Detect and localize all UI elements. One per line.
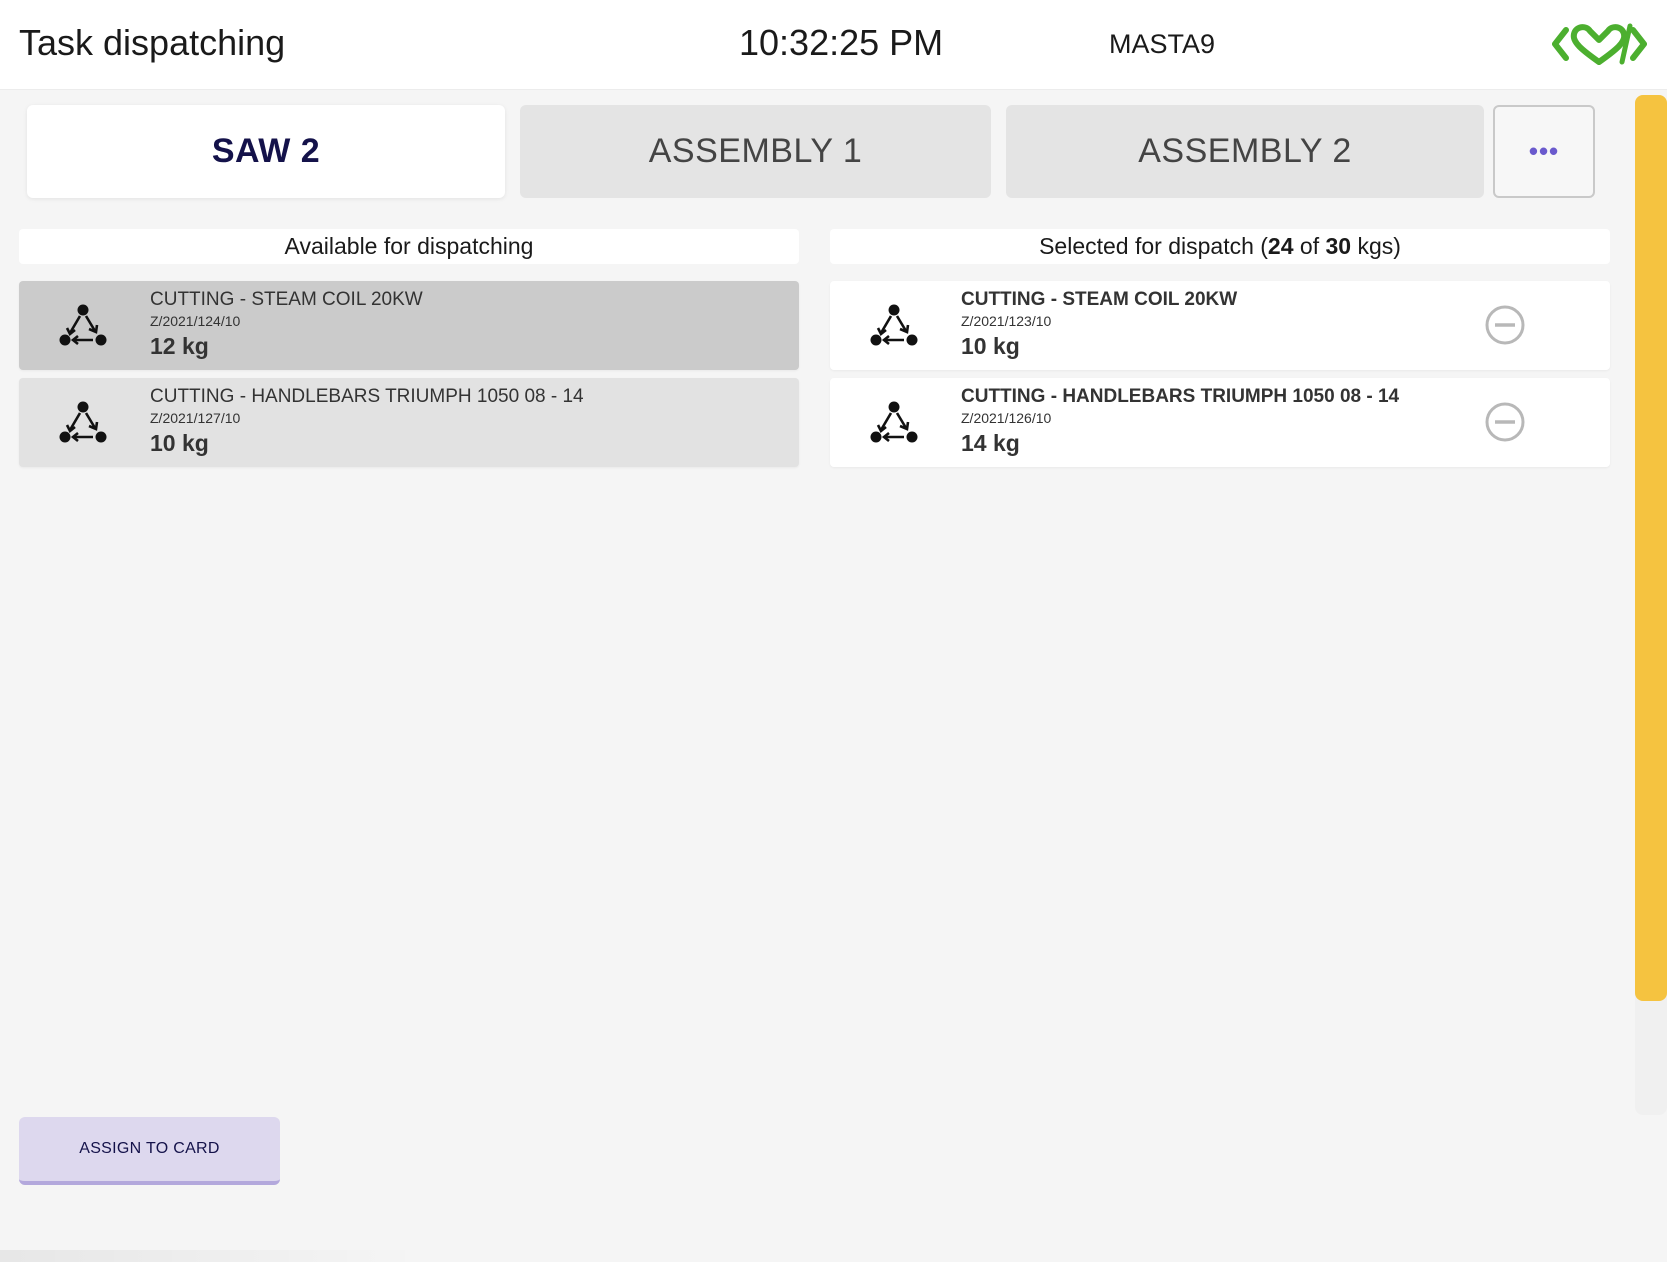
- task-code: Z/2021/126/10: [961, 410, 1052, 426]
- bottom-shadow: [0, 1250, 420, 1262]
- available-header: Available for dispatching: [19, 229, 799, 264]
- selected-header-prefix: Selected for dispatch (: [1039, 233, 1268, 259]
- selected-current-weight: 24: [1267, 233, 1294, 259]
- available-task-card[interactable]: CUTTING - HANDLEBARS TRIUMPH 1050 08 - 1…: [19, 378, 799, 467]
- scrollbar-thumb[interactable]: [1635, 95, 1667, 1001]
- selected-task-card[interactable]: CUTTING - HANDLEBARS TRIUMPH 1050 08 - 1…: [830, 378, 1610, 467]
- app-header: Task dispatching 10:32:25 PM MASTA9: [0, 0, 1667, 90]
- user-name: MASTA9: [1109, 29, 1216, 59]
- remove-circle-icon[interactable]: [1484, 304, 1526, 346]
- workflow-triangle-icon: [59, 304, 107, 346]
- workflow-triangle-icon: [870, 401, 918, 443]
- selected-header-of: of: [1293, 233, 1326, 259]
- clock: 10:32:25 PM: [739, 22, 944, 63]
- selected-task-card[interactable]: CUTTING - STEAM COIL 20KW Z/2021/123/10 …: [830, 281, 1610, 370]
- task-weight: 14 kg: [961, 430, 1020, 456]
- workflow-triangle-icon: [870, 304, 918, 346]
- task-name: CUTTING - HANDLEBARS TRIUMPH 1050 08 - 1…: [150, 386, 584, 407]
- task-code: Z/2021/124/10: [150, 313, 241, 329]
- task-weight: 12 kg: [150, 333, 209, 359]
- heart-code-logo-icon: [1552, 23, 1647, 65]
- task-code: Z/2021/127/10: [150, 410, 241, 426]
- page-title: Task dispatching: [19, 22, 286, 63]
- more-tabs-button[interactable]: •••: [1493, 105, 1595, 198]
- task-weight: 10 kg: [150, 430, 209, 456]
- task-name: CUTTING - HANDLEBARS TRIUMPH 1050 08 - 1…: [961, 386, 1400, 407]
- selected-header: Selected for dispatch (24 of 30 kgs): [830, 229, 1610, 264]
- remove-circle-icon[interactable]: [1484, 401, 1526, 443]
- available-task-card[interactable]: CUTTING - STEAM COIL 20KW Z/2021/124/10 …: [19, 281, 799, 370]
- selected-header-suffix: kgs): [1351, 233, 1401, 259]
- tab-saw-2[interactable]: SAW 2: [27, 105, 505, 198]
- task-code: Z/2021/123/10: [961, 313, 1052, 329]
- tab-assembly-1[interactable]: ASSEMBLY 1: [520, 105, 991, 198]
- selected-capacity: 30: [1325, 233, 1352, 259]
- ellipsis-icon: •••: [1528, 136, 1560, 166]
- tab-assembly-2[interactable]: ASSEMBLY 2: [1006, 105, 1484, 198]
- assign-to-card-button[interactable]: ASSIGN TO CARD: [19, 1117, 280, 1185]
- task-name: CUTTING - STEAM COIL 20KW: [961, 289, 1238, 310]
- task-weight: 10 kg: [961, 333, 1020, 359]
- workflow-triangle-icon: [59, 401, 107, 443]
- task-name: CUTTING - STEAM COIL 20KW: [150, 289, 423, 310]
